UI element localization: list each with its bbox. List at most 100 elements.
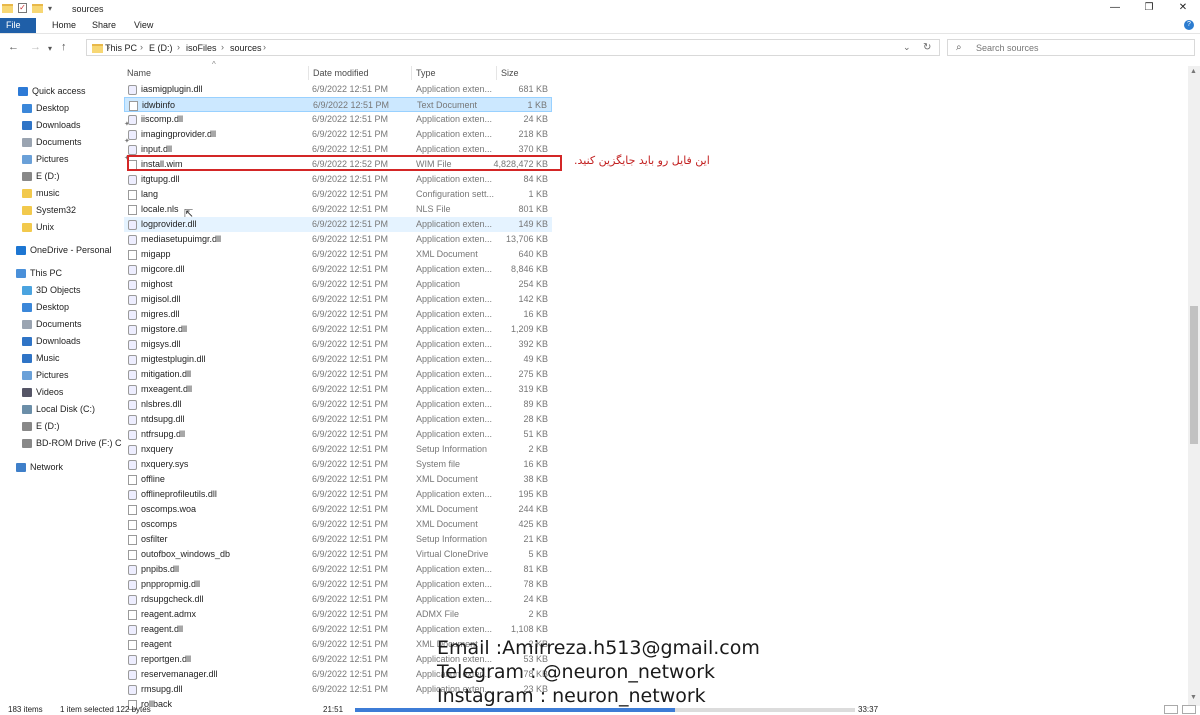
file-row[interactable]: lang 6/9/2022 12:51 PM Configuration sett.… <box>124 187 552 202</box>
file-row[interactable]: mitigation.dll 6/9/2022 12:51 PM Applicati… <box>124 367 552 382</box>
address-bar[interactable]: › This PC › E (D:) › isoFiles › sources … <box>86 39 940 56</box>
file-row[interactable]: mxeagent.dll 6/9/2022 12:51 PM Application… <box>124 382 552 397</box>
file-row[interactable]: mighost 6/9/2022 12:51 PM Application 254 K… <box>124 277 552 292</box>
file-row[interactable]: migapp 6/9/2022 12:51 PM XML Document 640 K… <box>124 247 552 262</box>
file-row[interactable]: nxquery.sys 6/9/2022 12:51 PM System file 1… <box>124 457 552 472</box>
scroll-down-icon[interactable]: ▼ <box>1190 694 1197 701</box>
column-header-size[interactable]: Size <box>501 66 519 80</box>
videos-icon <box>22 388 32 398</box>
file-row[interactable]: reagent.admx 6/9/2022 12:51 PM ADMX File 2 … <box>124 607 552 622</box>
chevron-down-icon[interactable]: ⌄ <box>903 42 911 53</box>
sidebar-item-e-d[interactable]: E (D:) <box>22 418 60 434</box>
column-divider[interactable] <box>496 66 497 80</box>
file-row[interactable]: migisol.dll 6/9/2022 12:51 PM Application … <box>124 292 552 307</box>
sidebar-item-downloads[interactable]: Downloads <box>22 333 81 349</box>
details-view-icon[interactable] <box>1164 705 1178 714</box>
scroll-up-icon[interactable]: ▲ <box>1190 68 1197 75</box>
sidebar-item-desktop[interactable]: Desktop <box>22 299 69 315</box>
vertical-scrollbar[interactable]: ▲ ▼ <box>1188 66 1200 706</box>
forward-icon[interactable]: → <box>30 41 41 53</box>
file-row[interactable]: nxquery 6/9/2022 12:51 PM Setup Informatio… <box>124 442 552 457</box>
breadcrumb-isofiles[interactable]: isoFiles <box>186 43 217 53</box>
column-header-name[interactable]: Name <box>127 66 151 80</box>
sidebar-item-pictures[interactable]: Pictures ✦ <box>22 151 130 167</box>
file-date: 6/9/2022 12:51 PM <box>312 579 389 589</box>
file-row[interactable]: migcore.dll 6/9/2022 12:51 PM Application … <box>124 262 552 277</box>
sidebar-item-quick-access[interactable]: Quick access <box>18 83 86 99</box>
breadcrumb-sources[interactable]: sources <box>230 43 262 53</box>
file-row[interactable]: oscomps.woa 6/9/2022 12:51 PM XML Document… <box>124 502 552 517</box>
sidebar-item-desktop[interactable]: Desktop✦ <box>22 100 130 116</box>
sidebar-item-network[interactable]: Network <box>16 459 63 475</box>
back-icon[interactable]: ← <box>8 41 19 53</box>
help-icon[interactable]: ? <box>1184 20 1194 30</box>
tab-view[interactable]: View <box>126 18 161 33</box>
sidebar-item-downloads[interactable]: Downloads ✦ <box>22 117 130 133</box>
file-row[interactable]: nlsbres.dll 6/9/2022 12:51 PM Application … <box>124 397 552 412</box>
file-row[interactable]: ntdsupg.dll 6/9/2022 12:51 PM Application … <box>124 412 552 427</box>
new-folder-icon[interactable] <box>32 3 43 13</box>
sidebar-item-music[interactable]: Music <box>22 350 60 366</box>
playback-progress[interactable] <box>355 708 855 712</box>
large-icons-view-icon[interactable] <box>1182 705 1196 714</box>
file-row[interactable]: imagingprovider.dll 6/9/2022 12:51 PM Appl… <box>124 127 552 142</box>
file-row[interactable]: offline 6/9/2022 12:51 PM XML Document 38 K… <box>124 472 552 487</box>
file-row[interactable]: osfilter 6/9/2022 12:51 PM Setup Informati… <box>124 532 552 547</box>
sidebar-item-3d-objects[interactable]: 3D Objects <box>22 282 81 298</box>
column-divider[interactable] <box>411 66 412 80</box>
properties-icon[interactable]: ✓ <box>18 3 27 13</box>
file-row[interactable]: migstore.dll 6/9/2022 12:51 PM Application… <box>124 322 552 337</box>
recent-locations-icon[interactable]: ▾ <box>48 44 52 53</box>
file-name: iiscomp.dll <box>141 114 184 124</box>
file-row[interactable]: pnpibs.dll 6/9/2022 12:51 PM Application e… <box>124 562 552 577</box>
sidebar-item-music[interactable]: music <box>22 185 60 201</box>
breadcrumb-drive[interactable]: E (D:) <box>149 43 173 53</box>
file-row[interactable]: mediasetupuimgr.dll 6/9/2022 12:51 PM Appl… <box>124 232 552 247</box>
column-header-date[interactable]: Date modified <box>313 66 369 80</box>
sidebar-item-documents[interactable]: Documents ✦ <box>22 134 130 150</box>
file-row[interactable]: migtestplugin.dll 6/9/2022 12:51 PM Applic… <box>124 352 552 367</box>
sidebar-item-videos[interactable]: Videos <box>22 384 63 400</box>
sidebar-item-this-pc[interactable]: This PC <box>16 265 62 281</box>
sidebar-item-bd-rom-drive-f-c[interactable]: BD-ROM Drive (F:) C <box>22 435 122 451</box>
sidebar-item-onedrive-personal[interactable]: OneDrive - Personal <box>16 242 112 258</box>
maximize-button[interactable]: ❐ <box>1132 0 1166 18</box>
file-row[interactable]: oscomps 6/9/2022 12:51 PM XML Document 425 … <box>124 517 552 532</box>
tab-share[interactable]: Share <box>84 18 124 33</box>
file-row[interactable]: migsys.dll 6/9/2022 12:51 PM Application e… <box>124 337 552 352</box>
minimize-button[interactable]: — <box>1098 0 1132 18</box>
file-row[interactable]: ntfrsupg.dll 6/9/2022 12:51 PM Application… <box>124 427 552 442</box>
file-icon <box>128 400 137 410</box>
sidebar-item-pictures[interactable]: Pictures <box>22 367 69 383</box>
up-icon[interactable]: ↑ <box>61 41 67 53</box>
breadcrumb-this-pc[interactable]: This PC <box>105 43 137 53</box>
file-row[interactable]: itgtupg.dll 6/9/2022 12:51 PM Application … <box>124 172 552 187</box>
chevron-right-icon[interactable]: › <box>221 42 224 52</box>
file-row[interactable]: migres.dll 6/9/2022 12:51 PM Application e… <box>124 307 552 322</box>
column-divider[interactable] <box>308 66 309 80</box>
tab-home[interactable]: Home <box>44 18 84 33</box>
sidebar-item-unix[interactable]: Unix <box>22 219 54 235</box>
sidebar-item-documents[interactable]: Documents <box>22 316 82 332</box>
sidebar-item-e-d[interactable]: E (D:) <box>22 168 60 184</box>
file-row[interactable]: reagent.dll 6/9/2022 12:51 PM Application … <box>124 622 552 637</box>
scrollbar-thumb[interactable] <box>1190 306 1198 444</box>
file-row[interactable]: idwbinfo 6/9/2022 12:51 PM Text Document 1 … <box>124 97 552 112</box>
chevron-right-icon[interactable]: › <box>263 42 266 52</box>
chevron-right-icon[interactable]: › <box>140 42 143 52</box>
search-input[interactable]: ⌕ Search sources <box>947 39 1195 56</box>
refresh-icon[interactable]: ↻ <box>923 42 931 53</box>
file-row[interactable]: iasmigplugin.dll 6/9/2022 12:51 PM Applica… <box>124 82 552 97</box>
file-row[interactable]: outofbox_windows_db 6/9/2022 12:51 PM Virt… <box>124 547 552 562</box>
file-row[interactable]: rdsupgcheck.dll 6/9/2022 12:51 PM Applicat… <box>124 592 552 607</box>
column-header-type[interactable]: Type <box>416 66 436 80</box>
file-row[interactable]: offlineprofileutils.dll 6/9/2022 12:51 PM… <box>124 487 552 502</box>
chevron-right-icon[interactable]: › <box>177 42 180 52</box>
customize-toolbar-icon[interactable]: ▾ <box>48 4 52 13</box>
tab-file[interactable]: File <box>0 18 36 33</box>
file-row[interactable]: pnppropmig.dll 6/9/2022 12:51 PM Applicati… <box>124 577 552 592</box>
sidebar-item-local-disk-c[interactable]: Local Disk (C:) <box>22 401 95 417</box>
file-row[interactable]: iiscomp.dll 6/9/2022 12:51 PM Application … <box>124 112 552 127</box>
close-button[interactable]: ✕ <box>1166 0 1200 18</box>
sidebar-item-system32[interactable]: System32 <box>22 202 76 218</box>
